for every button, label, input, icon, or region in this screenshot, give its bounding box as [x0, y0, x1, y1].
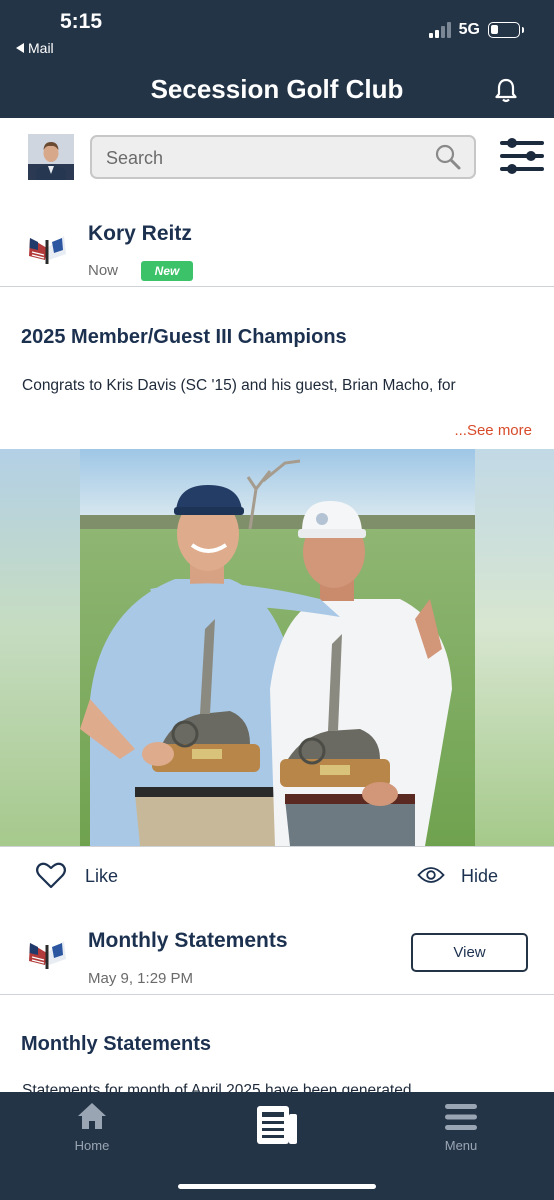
news-icon [257, 1106, 297, 1144]
status-time: 5:15 [60, 10, 103, 33]
heart-icon[interactable] [35, 860, 67, 890]
home-indicator [178, 1184, 376, 1189]
post-author-name[interactable]: Kory Reitz [88, 222, 192, 246]
sliders-icon[interactable] [500, 134, 544, 178]
search-icon[interactable] [434, 143, 462, 171]
club-logo-icon [29, 236, 66, 264]
see-more-link[interactable]: ...See more [454, 422, 532, 439]
search-placeholder: Search [106, 148, 164, 168]
post-timestamp: Now [88, 262, 119, 279]
back-to-mail-link[interactable]: Mail [16, 40, 54, 56]
bell-icon[interactable] [492, 76, 520, 104]
post-photo[interactable] [80, 449, 475, 846]
post-title: 2025 Member/Guest III Champions [21, 326, 347, 348]
hide-button[interactable]: Hide [461, 866, 498, 887]
tab-news[interactable] [217, 1092, 337, 1162]
signal-icon [428, 22, 451, 38]
tab-menu[interactable]: Menu [401, 1092, 521, 1162]
app-title: Secession Golf Club [150, 74, 404, 104]
divider [0, 286, 554, 287]
divider [0, 994, 554, 995]
eye-icon[interactable] [417, 865, 445, 885]
hamburger-icon [445, 1104, 477, 1130]
search-row: Search [0, 118, 554, 200]
back-arrow-icon [16, 43, 24, 53]
club-logo-icon [29, 941, 66, 969]
post-author-row: Kory Reitz Now New [0, 210, 554, 286]
view-button[interactable]: View [411, 933, 528, 972]
like-button[interactable]: Like [85, 866, 118, 887]
network-label: 5G [458, 21, 480, 38]
post-author-row: Monthly Statements May 9, 1:29 PM View [0, 915, 554, 993]
post-actions: Like Hide [0, 847, 554, 905]
tab-home-label: Home [74, 1138, 110, 1153]
status-indicators: 5G [428, 21, 524, 39]
new-badge: New [141, 261, 193, 281]
home-icon [78, 1103, 106, 1129]
post-text: Congrats to Kris Davis (SC '15) and his … [22, 377, 456, 394]
search-input[interactable]: Search [90, 135, 476, 179]
post-title: Monthly Statements [21, 1033, 212, 1055]
post-timestamp: May 9, 1:29 PM [88, 970, 194, 987]
tab-menu-label: Menu [444, 1138, 478, 1153]
post-author-name[interactable]: Monthly Statements [88, 929, 288, 953]
app-header: 5:15 Mail 5G Secession Golf Club [0, 0, 554, 118]
battery-icon [488, 22, 524, 38]
user-avatar[interactable] [28, 134, 74, 180]
back-app-label: Mail [28, 40, 54, 56]
tab-home[interactable]: Home [32, 1092, 152, 1162]
